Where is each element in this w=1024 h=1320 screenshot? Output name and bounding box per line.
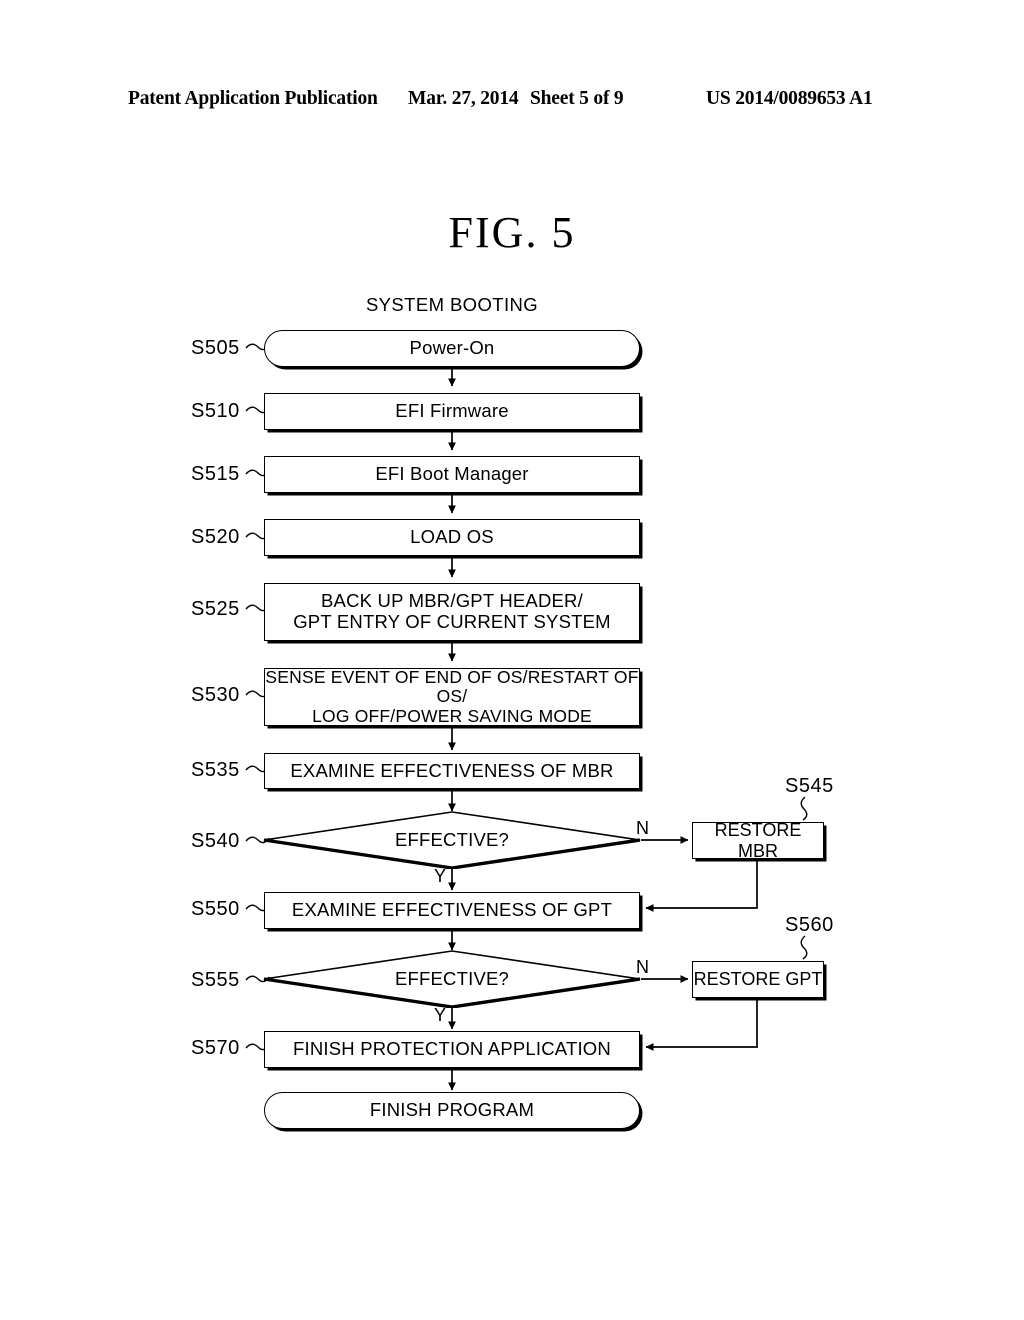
node-finish-program-label: FINISH PROGRAM: [369, 1099, 535, 1121]
node-restore-mbr[interactable]: RESTORE MBR: [692, 820, 824, 861]
node-power-on[interactable]: Power-On: [264, 330, 640, 367]
node-restore-mbr-label: RESTORE MBR: [714, 820, 802, 861]
step-label-s535: S535: [191, 759, 240, 781]
node-backup-mbr-gpt-label-line2: GPT ENTRY OF CURRENT SYSTEM: [293, 611, 611, 632]
node-sense-event-label-line1: SENSE EVENT OF END OF OS/RESTART OF OS/: [265, 666, 639, 707]
node-restore-gpt-label: RESTORE GPT: [693, 969, 823, 990]
branch-label-mbr-no: N: [636, 818, 649, 838]
step-label-s520: S520: [191, 526, 240, 548]
step-label-s540: S540: [191, 830, 240, 852]
node-efi-boot-manager-label: EFI Boot Manager: [375, 463, 529, 485]
branch-label-mbr-yes: Y: [434, 866, 447, 886]
step-label-s550: S550: [191, 898, 240, 920]
step-label-s555: S555: [191, 969, 240, 991]
node-backup-mbr-gpt[interactable]: BACK UP MBR/GPT HEADER/ GPT ENTRY OF CUR…: [264, 583, 640, 641]
flowchart: SYSTEM BOOTING S505 S510 S515 S520 S525 …: [0, 0, 1024, 1320]
node-sense-event-label-line2: LOG OFF/POWER SAVING MODE: [312, 705, 592, 726]
node-restore-gpt[interactable]: RESTORE GPT: [692, 961, 824, 998]
step-label-s510: S510: [191, 400, 240, 422]
branch-label-gpt-yes: Y: [434, 1005, 447, 1025]
node-examine-gpt-label: EXAMINE EFFECTIVENESS OF GPT: [291, 899, 613, 921]
node-efi-firmware[interactable]: EFI Firmware: [264, 393, 640, 430]
node-finish-program[interactable]: FINISH PROGRAM: [264, 1092, 640, 1129]
node-sense-event[interactable]: SENSE EVENT OF END OF OS/RESTART OF OS/ …: [264, 666, 640, 726]
node-finish-protection-application-label: FINISH PROTECTION APPLICATION: [293, 1038, 611, 1060]
step-label-s560: S560: [785, 914, 834, 936]
node-effective-mbr-label: EFFECTIVE?: [394, 829, 510, 850]
step-label-s525: S525: [191, 598, 240, 620]
branch-label-gpt-no: N: [636, 957, 649, 977]
node-backup-mbr-gpt-label-line1: BACK UP MBR/GPT HEADER/: [321, 590, 583, 612]
step-label-s515: S515: [191, 463, 240, 485]
node-examine-gpt[interactable]: EXAMINE EFFECTIVENESS OF GPT: [264, 892, 640, 929]
node-effective-gpt-label: EFFECTIVE?: [394, 968, 510, 989]
node-efi-firmware-label: EFI Firmware: [395, 400, 509, 422]
node-power-on-label: Power-On: [409, 337, 495, 359]
node-effective-mbr-decision[interactable]: EFFECTIVE?: [263, 811, 641, 870]
step-label-s530: S530: [191, 684, 240, 706]
step-label-s545: S545: [785, 775, 834, 797]
node-effective-gpt-decision[interactable]: EFFECTIVE?: [263, 950, 641, 1009]
step-label-s570: S570: [191, 1037, 240, 1059]
node-efi-boot-manager[interactable]: EFI Boot Manager: [264, 456, 640, 493]
node-examine-mbr-label: EXAMINE EFFECTIVENESS OF MBR: [290, 759, 614, 781]
node-examine-mbr[interactable]: EXAMINE EFFECTIVENESS OF MBR: [264, 753, 640, 789]
system-booting-caption: SYSTEM BOOTING: [365, 294, 539, 315]
node-finish-protection-application[interactable]: FINISH PROTECTION APPLICATION: [264, 1031, 640, 1068]
node-load-os[interactable]: LOAD OS: [264, 519, 640, 556]
node-load-os-label: LOAD OS: [410, 526, 494, 548]
step-label-s505: S505: [191, 337, 240, 359]
